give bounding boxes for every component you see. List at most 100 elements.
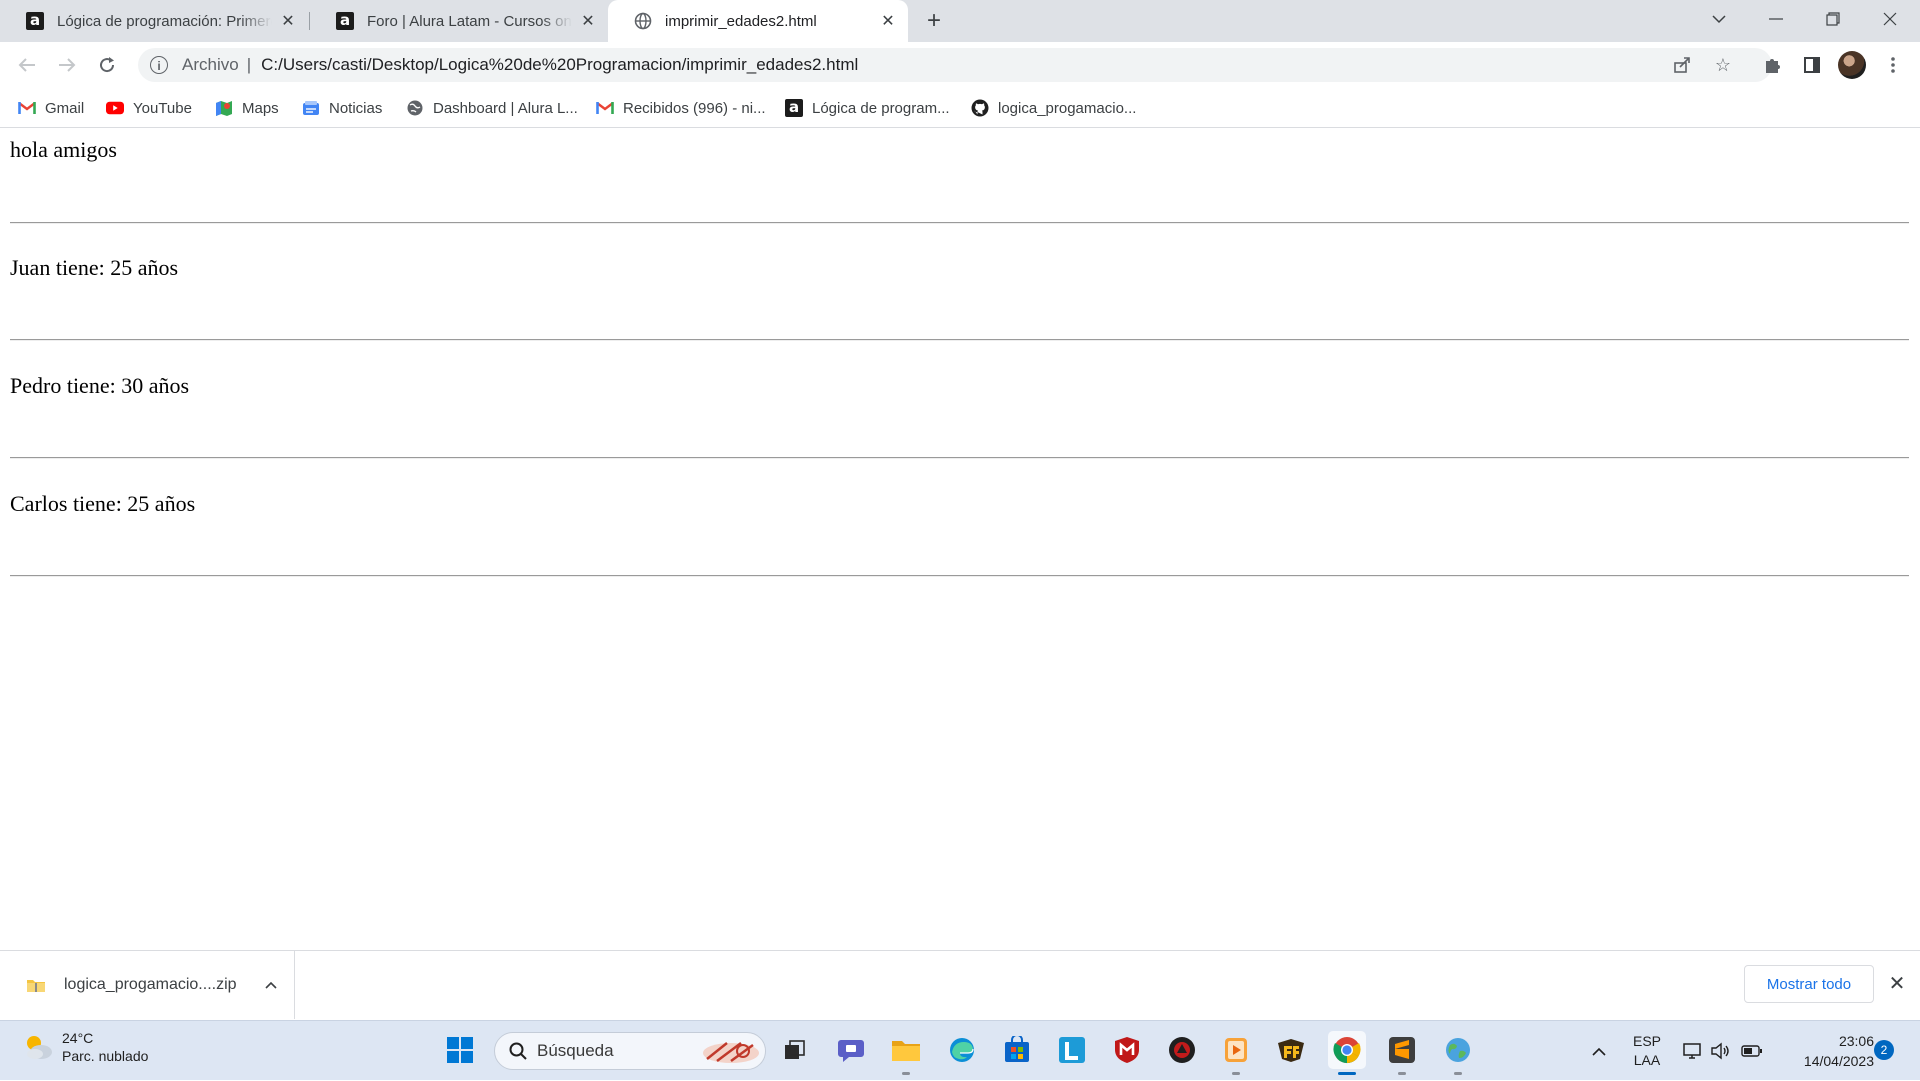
menu-kebab-icon[interactable]: [1878, 50, 1908, 80]
battery-icon[interactable]: [1738, 1021, 1766, 1081]
horizontal-rule: [10, 339, 1909, 341]
chrome-icon[interactable]: [1328, 1031, 1366, 1075]
bookmark-label: Dashboard | Alura L...: [433, 99, 578, 117]
partly-cloudy-icon: [22, 1032, 54, 1062]
tab-title: Lógica de programación: Primeros pasos: [57, 12, 272, 30]
l-app-icon[interactable]: [1053, 1031, 1091, 1069]
gmail-icon: [18, 99, 36, 117]
bookmark-gmail[interactable]: Gmail: [18, 96, 84, 120]
bookmark-label: logica_progamacio...: [998, 99, 1137, 117]
globe-icon: [633, 11, 653, 31]
bookmark-dashboard[interactable]: Dashboard | Alura L...: [406, 96, 578, 120]
share-icon[interactable]: [1665, 48, 1699, 82]
language-code: ESP: [1632, 1033, 1661, 1049]
bookmark-github[interactable]: logica_progamacio...: [971, 96, 1136, 120]
notification-badge[interactable]: 2: [1874, 1040, 1894, 1060]
maps-icon: [215, 99, 233, 117]
close-tab-icon[interactable]: ✕: [578, 11, 598, 31]
greeting-text: hola amigos: [10, 137, 117, 162]
bookmark-youtube[interactable]: YouTube: [106, 96, 192, 120]
tab-foro[interactable]: a Foro | Alura Latam - Cursos online de …: [310, 0, 608, 42]
bookmark-star-icon[interactable]: ☆: [1706, 48, 1740, 82]
red-circle-app-icon[interactable]: [1163, 1031, 1201, 1069]
microsoft-store-icon[interactable]: [998, 1031, 1036, 1069]
close-tab-icon[interactable]: ✕: [278, 11, 298, 31]
clock-date: 14/04/2023: [1803, 1053, 1874, 1069]
bookmark-recibidos[interactable]: Recibidos (996) - ni...: [596, 96, 766, 120]
edge-browser-icon[interactable]: [943, 1031, 981, 1069]
bookmark-label: Gmail: [45, 99, 85, 117]
bookmark-maps[interactable]: Maps: [215, 96, 279, 120]
mcafee-icon[interactable]: [1108, 1031, 1146, 1069]
side-panel-icon[interactable]: [1797, 50, 1827, 80]
new-tab-button[interactable]: +: [921, 9, 947, 35]
chevron-up-icon[interactable]: [1584, 1021, 1614, 1081]
earth-app-icon[interactable]: [1439, 1031, 1477, 1075]
age-line-juan: Juan tiene: 25 años: [10, 255, 179, 280]
weather-widget[interactable]: 24°C Parc. nublado: [22, 1029, 148, 1065]
weather-temperature: 24°C: [62, 1030, 94, 1046]
reload-icon[interactable]: [92, 50, 122, 80]
sublime-text-icon[interactable]: [1383, 1031, 1421, 1075]
bookmark-noticias[interactable]: Noticias: [302, 96, 382, 120]
restore-button[interactable]: [1810, 0, 1856, 38]
close-icon[interactable]: ✕: [1886, 973, 1908, 995]
keyboard-layout: LAA: [1633, 1052, 1661, 1068]
scheme-separator: |: [246, 55, 252, 74]
show-all-downloads-button[interactable]: Mostrar todo: [1744, 965, 1874, 1003]
running-indicator: [1398, 1072, 1406, 1075]
weather-description: Parc. nublado: [62, 1048, 149, 1064]
chevron-up-icon[interactable]: [264, 981, 277, 989]
bookmark-label: Lógica de program...: [812, 99, 950, 117]
globe-icon: [406, 99, 424, 117]
profile-avatar[interactable]: [1838, 51, 1866, 79]
github-icon: [971, 99, 989, 117]
tab-title: imprimir_edades2.html: [665, 12, 817, 30]
extensions-puzzle-icon[interactable]: [1757, 50, 1787, 80]
address-bar[interactable]: i Archivo | C:/Users/casti/Desktop/Logic…: [138, 48, 1772, 82]
search-icon: [509, 1042, 527, 1060]
tab-imprimir-edades[interactable]: imprimir_edades2.html ✕: [608, 0, 908, 42]
back-arrow-icon[interactable]: [12, 50, 42, 80]
site-info-icon[interactable]: i: [150, 56, 168, 74]
horizontal-rule: [10, 457, 1909, 459]
windows-start-icon[interactable]: [441, 1031, 479, 1069]
download-shelf: logica_progamacio....zip Mostrar todo ✕: [0, 950, 1920, 1020]
bookmark-logica[interactable]: a Lógica de program...: [785, 96, 950, 120]
youtube-icon: [106, 99, 124, 117]
tab-search-chevron-icon[interactable]: [1696, 0, 1742, 38]
search-highlight-illustration: [697, 1037, 761, 1065]
download-filename: logica_progamacio....zip: [64, 976, 237, 993]
taskbar-search-box[interactable]: Búsqueda: [494, 1032, 766, 1070]
alura-icon: a: [25, 11, 45, 31]
system-clock[interactable]: 23:06 14/04/2023: [1774, 1031, 1874, 1071]
running-indicator: [1338, 1072, 1356, 1075]
url-text[interactable]: C:/Users/casti/Desktop/Logica%20de%20Pro…: [261, 55, 858, 75]
horizontal-rule: [10, 575, 1909, 577]
download-item[interactable]: logica_progamacio....zip: [0, 951, 295, 1019]
alura-icon: a: [335, 11, 355, 31]
volume-icon[interactable]: [1708, 1021, 1732, 1081]
file-explorer-icon[interactable]: [887, 1031, 925, 1075]
bookmark-label: Recibidos (996) - ni...: [623, 99, 766, 117]
bookmark-label: Maps: [242, 99, 279, 117]
running-indicator: [1454, 1072, 1462, 1075]
tab-strip: a Lógica de programación: Primeros pasos…: [0, 0, 1920, 42]
tab-title: Foro | Alura Latam - Cursos online de te…: [367, 12, 572, 30]
forward-arrow-icon[interactable]: [52, 50, 82, 80]
close-window-button[interactable]: [1867, 0, 1913, 38]
network-icon[interactable]: [1680, 1021, 1704, 1081]
media-player-icon[interactable]: [1217, 1031, 1255, 1075]
bookmark-label: Noticias: [329, 99, 383, 117]
task-view-icon[interactable]: [776, 1031, 814, 1069]
tab-logica[interactable]: a Lógica de programación: Primeros pasos…: [0, 0, 308, 42]
page-content: hola amigos Juan tiene: 25 años Pedro ti…: [0, 128, 1920, 950]
language-indicator[interactable]: ESP LAA: [1626, 1021, 1668, 1081]
free-fire-game-icon[interactable]: [1272, 1031, 1310, 1069]
close-tab-icon[interactable]: ✕: [878, 11, 898, 31]
minimize-button[interactable]: [1753, 0, 1799, 38]
teams-chat-icon[interactable]: [832, 1031, 870, 1069]
alura-icon: a: [785, 99, 803, 117]
bookmarks-bar: Gmail YouTube Maps Noticias Dashboard | …: [0, 88, 1920, 128]
age-line-carlos: Carlos tiene: 25 años: [10, 491, 196, 516]
